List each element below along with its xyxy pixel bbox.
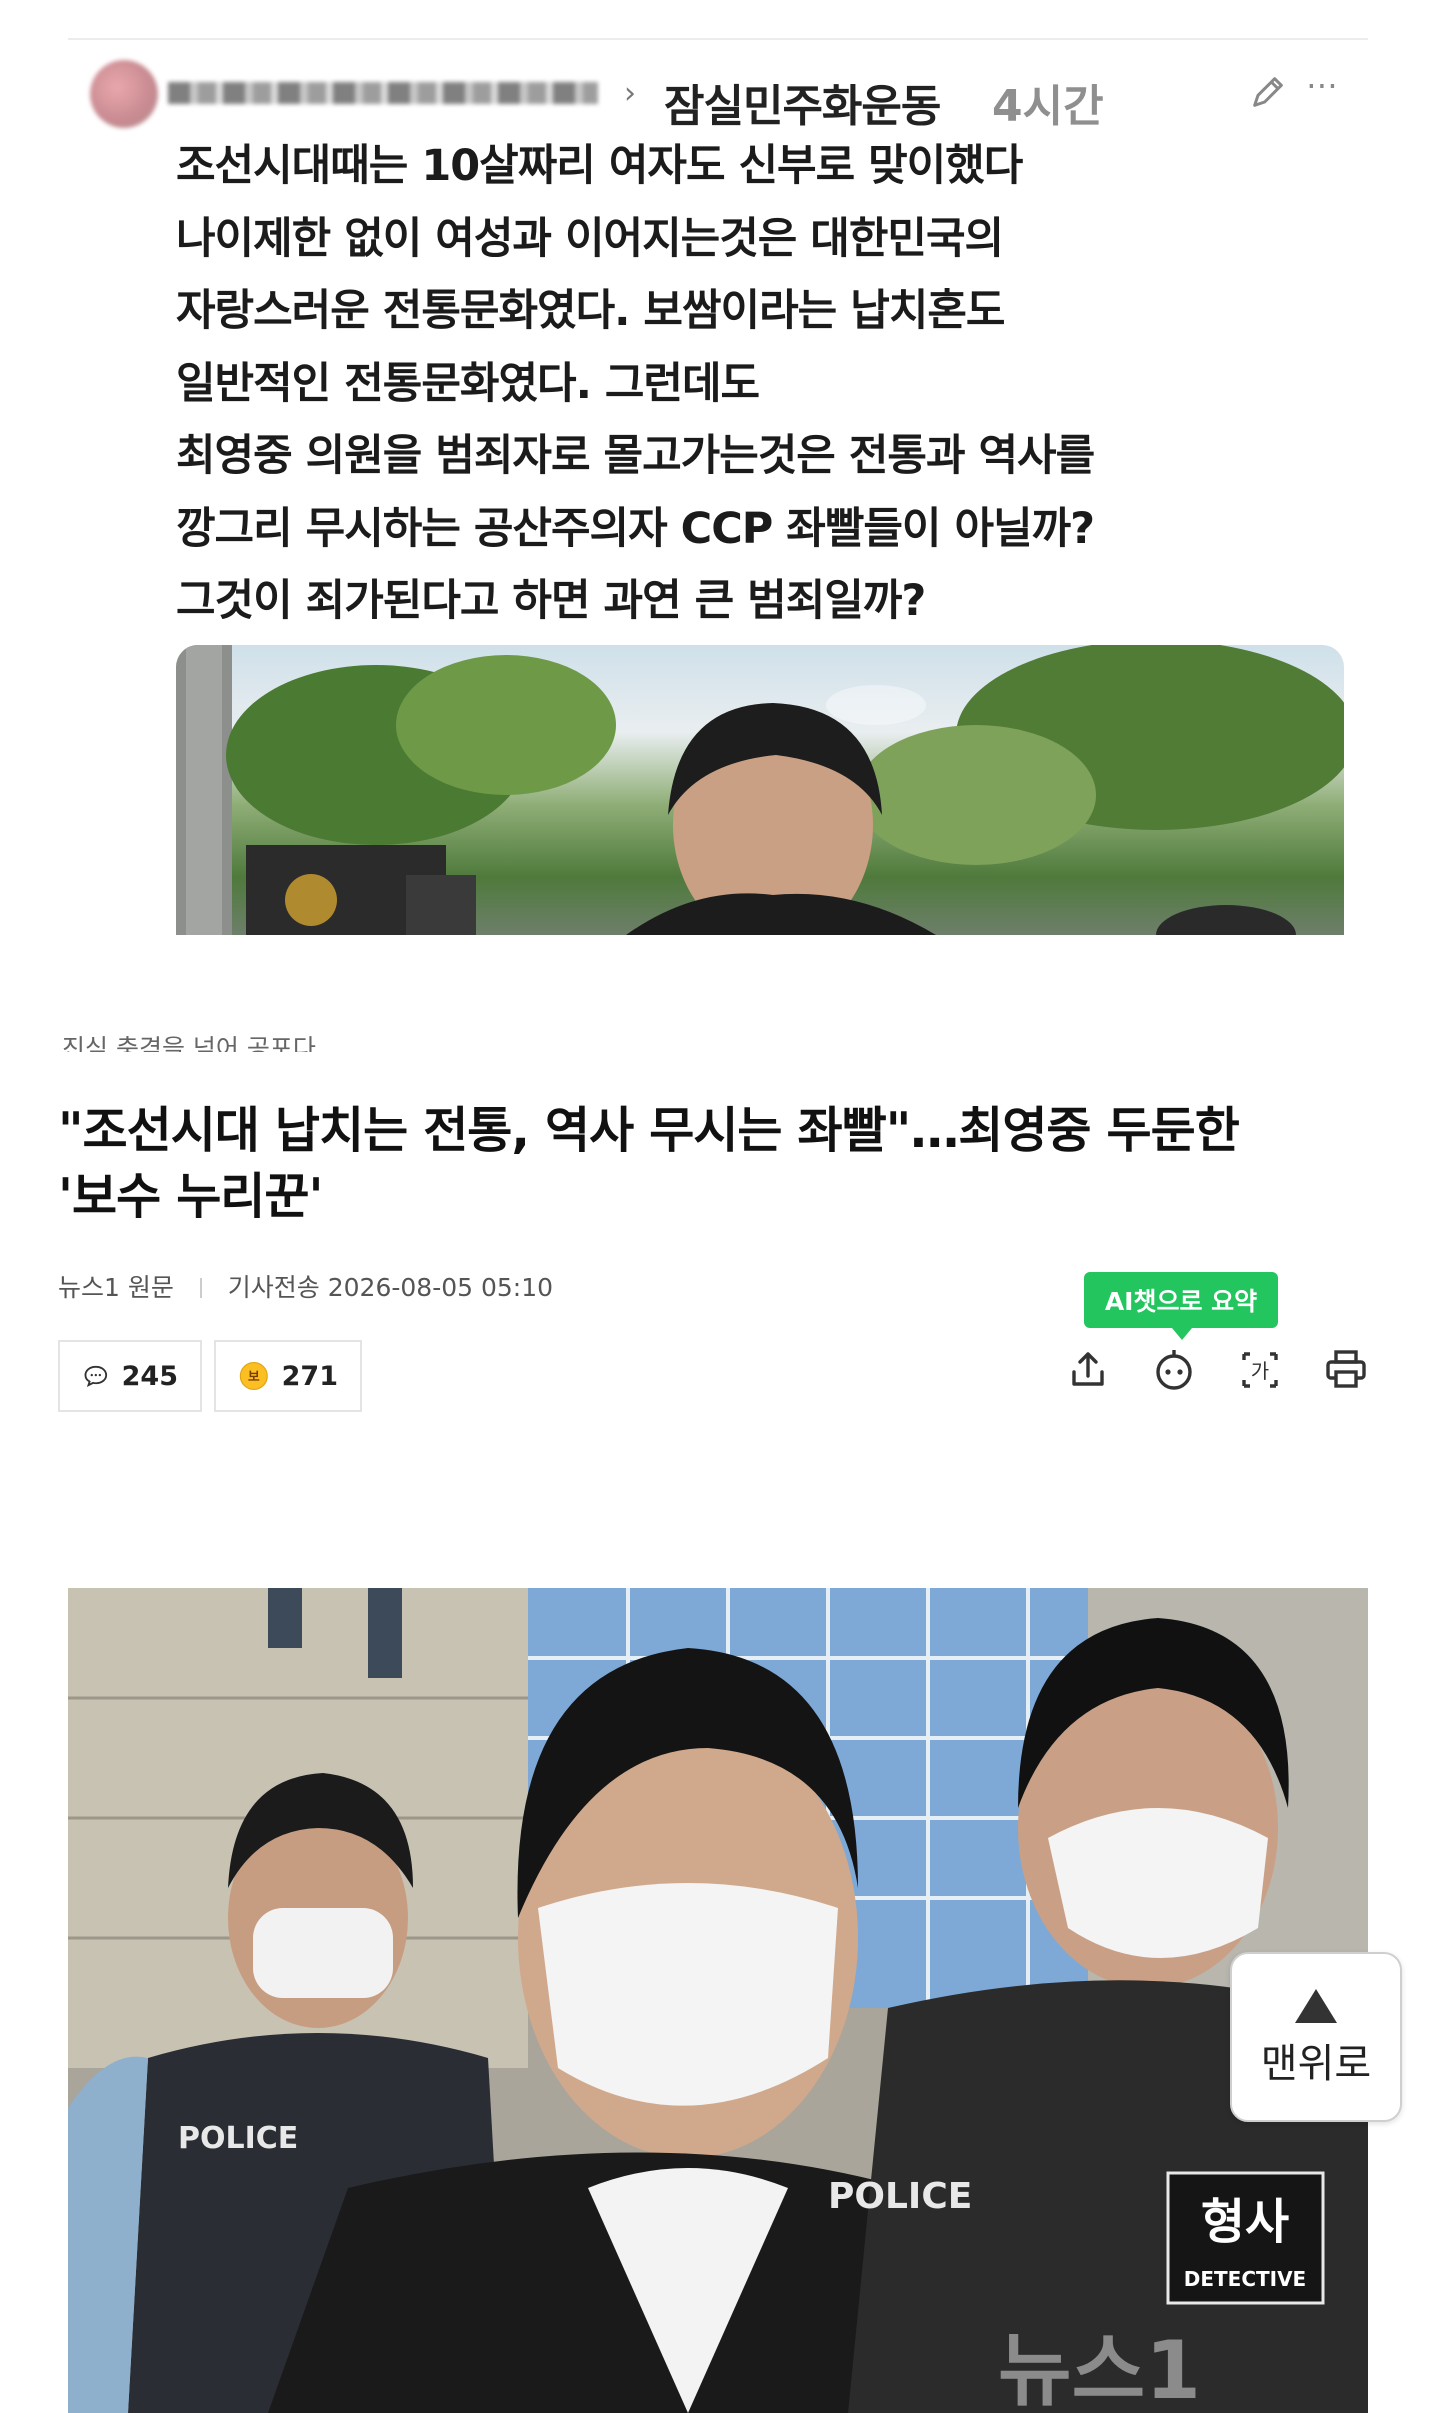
post-header: › 잠실민주화운동 4시간 ⋯ bbox=[68, 56, 1368, 132]
print-icon[interactable] bbox=[1322, 1346, 1370, 1394]
blurred-username[interactable] bbox=[168, 82, 598, 104]
post-line: 나이제한 없이 여성과 이어지는것은 대한민국의 bbox=[176, 213, 1004, 264]
sent-label: 기사전송 bbox=[227, 1273, 320, 1302]
scroll-to-top-label: 맨위로 bbox=[1260, 2041, 1372, 2087]
reactions-button[interactable]: 보 271 bbox=[214, 1340, 362, 1412]
post-body: 조선시대때는 10살짜리 여자도 신부로 맞이했다 나이제한 없이 여성과 이어… bbox=[176, 130, 1326, 638]
photo-scene bbox=[176, 645, 1344, 935]
vest-text: POLICE bbox=[178, 2121, 298, 2156]
font-size-icon[interactable]: 가 bbox=[1236, 1346, 1284, 1394]
article-title-line: "조선시대 납치는 전통, 역사 무시는 좌빨"…최영중 두둔한 bbox=[58, 1102, 1240, 1159]
comment-icon bbox=[84, 1365, 108, 1388]
photo-scene: POLICE POLICE 형사 DETECTIVE 뉴스1 bbox=[68, 1588, 1368, 2413]
article-title-line: '보수 누리꾼' bbox=[58, 1168, 323, 1225]
post-line: 그것이 죄가된다고 하면 과연 큰 범죄일까? bbox=[176, 576, 926, 626]
article-kicker: 진심 충격을 넘어 공포다 bbox=[62, 1034, 316, 1052]
arrow-up-icon bbox=[1295, 1989, 1337, 2023]
meta-divider bbox=[199, 1278, 202, 1298]
detective-patch: 형사 bbox=[1201, 2194, 1289, 2250]
post-time: 4시간 bbox=[992, 81, 1104, 132]
post-line: 깡그리 무시하는 공산주의자 CCP 좌빨들이 아닐까? bbox=[176, 503, 1095, 554]
sent-time: 2026-08-05 05:10 bbox=[327, 1273, 554, 1302]
divider bbox=[68, 38, 1368, 40]
post-line: 일반적인 전통문화였다. 그런데도 bbox=[176, 358, 760, 409]
share-icon[interactable] bbox=[1064, 1346, 1112, 1394]
reaction-count: 271 bbox=[281, 1360, 338, 1392]
avatar[interactable] bbox=[90, 60, 158, 128]
post-line: 조선시대때는 10살짜리 여자도 신부로 맞이했다 bbox=[176, 141, 1023, 191]
original-link[interactable]: 원문 bbox=[128, 1273, 174, 1302]
article-photo[interactable]: POLICE POLICE 형사 DETECTIVE 뉴스1 bbox=[68, 1588, 1368, 2413]
article-title: "조선시대 납치는 전통, 역사 무시는 좌빨"…최영중 두둔한 '보수 누리꾼… bbox=[58, 1098, 1358, 1230]
article-meta: 뉴스1 원문 기사전송 2026-08-05 05:10 bbox=[58, 1268, 553, 1304]
community-post: › 잠실민주화운동 4시간 ⋯ 조선시대때는 10살짜리 여자도 신부로 맞이했… bbox=[68, 38, 1368, 938]
article-source[interactable]: 뉴스1 bbox=[58, 1273, 120, 1302]
reaction-badge-text: 보 bbox=[248, 1369, 260, 1384]
post-line: 자랑스러운 전통문화였다. 보쌈이라는 납치혼도 bbox=[176, 286, 1005, 336]
watermark: 뉴스1 bbox=[998, 2324, 1201, 2413]
more-icon[interactable]: ⋯ bbox=[1306, 66, 1340, 104]
reaction-emoji-icon: 보 bbox=[239, 1361, 268, 1391]
comment-count: 245 bbox=[121, 1360, 178, 1392]
detective-sub: DETECTIVE bbox=[1184, 2267, 1306, 2291]
comments-button[interactable]: 245 bbox=[58, 1340, 202, 1412]
scroll-to-top-button[interactable]: 맨위로 bbox=[1230, 1952, 1402, 2122]
ai-summary-badge[interactable]: AI챗으로 요약 bbox=[1084, 1272, 1278, 1340]
post-photo[interactable] bbox=[176, 645, 1344, 935]
vest-text: POLICE bbox=[828, 2176, 972, 2217]
ai-chat-icon[interactable] bbox=[1150, 1346, 1198, 1394]
post-line: 최영중 의원을 범죄자로 몰고가는것은 전통과 역사를 bbox=[176, 431, 1095, 481]
svg-text:가: 가 bbox=[1251, 1359, 1269, 1383]
community-name[interactable]: 잠실민주화운동 bbox=[664, 70, 941, 134]
pencil-icon[interactable] bbox=[1248, 72, 1288, 112]
chevron-right-icon: › bbox=[624, 76, 636, 111]
